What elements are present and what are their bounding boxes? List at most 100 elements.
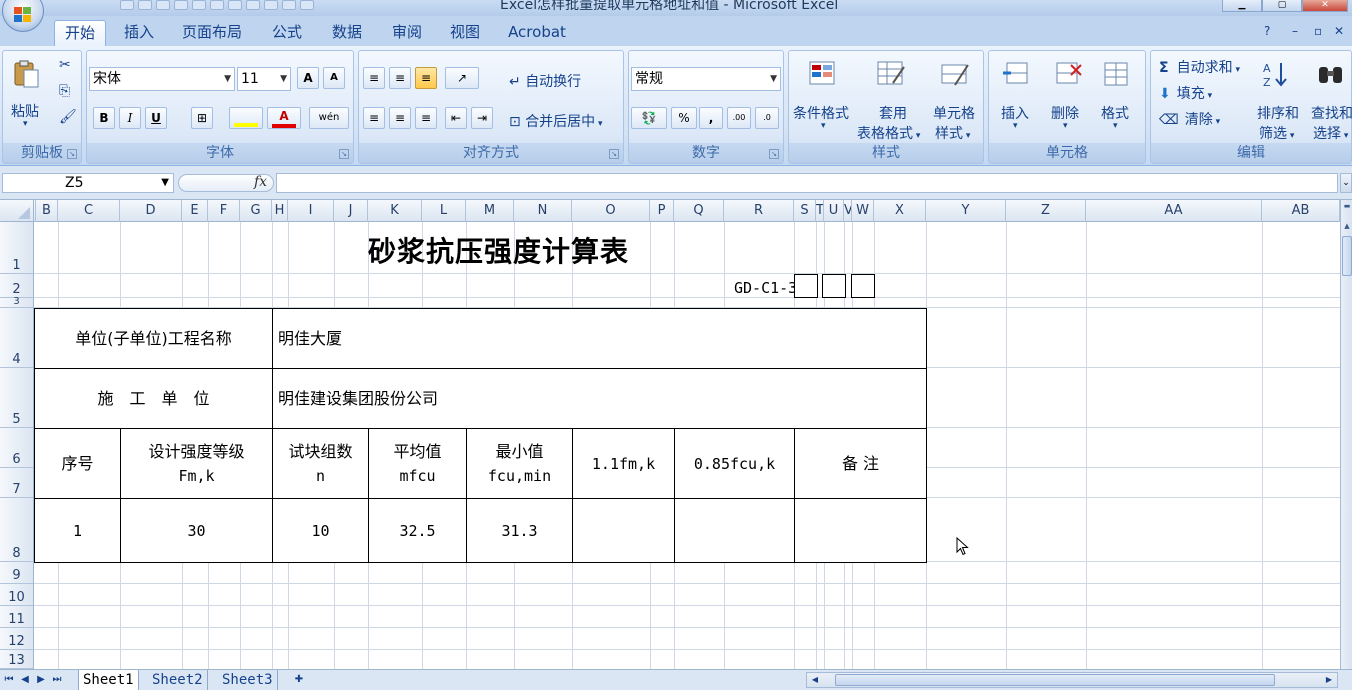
chevron-down-icon[interactable]: ▾ [963, 131, 971, 141]
underline-button[interactable]: U [145, 107, 167, 129]
scroll-up-icon[interactable]: ▲ [1342, 222, 1352, 234]
grow-font-button[interactable]: A [297, 67, 319, 89]
column-header[interactable]: K [368, 200, 422, 222]
column-header[interactable]: AB [1262, 200, 1340, 222]
merge-center-button[interactable]: ⊡ 合并后居中 ▾ [509, 111, 603, 131]
number-format-combo[interactable]: 常规 ▼ [631, 67, 781, 91]
column-header[interactable]: V [844, 200, 852, 222]
chevron-down-icon[interactable]: ▼ [224, 68, 231, 90]
data-cell-minimum[interactable]: 31.3 [466, 498, 573, 563]
sheet-grid[interactable]: 砂浆抗压强度计算表 GD-C1-335 单位(子单位)工程名称 明佳大厦 施 工… [34, 222, 1340, 669]
column-header[interactable]: F [208, 200, 240, 222]
data-cell-index[interactable]: 1 [34, 498, 121, 563]
number-launcher-icon[interactable]: ↘ [769, 149, 779, 159]
row-header[interactable]: 11 [0, 606, 33, 628]
percent-button[interactable]: % [671, 107, 697, 129]
chevron-down-icon[interactable]: ▾ [1013, 121, 1018, 131]
column-header[interactable]: M [466, 200, 514, 222]
alignment-launcher-icon[interactable]: ↘ [609, 149, 619, 159]
tab-review[interactable]: 审阅 [380, 20, 434, 46]
sort-filter-button[interactable]: 筛选 ▾ [1259, 123, 1294, 143]
align-bottom-icon[interactable]: ≡ [415, 67, 437, 89]
new-icon[interactable] [174, 0, 188, 10]
select-all-corner[interactable] [0, 200, 34, 222]
currency-icon[interactable]: 💱 [631, 107, 667, 129]
close-button[interactable]: ✕ [1302, 0, 1348, 12]
decrease-decimal-button[interactable]: .0 [755, 107, 779, 129]
code-box[interactable] [851, 274, 875, 298]
tab-home[interactable]: 开始 [54, 20, 106, 46]
column-header[interactable]: T [816, 200, 824, 222]
column-header[interactable]: I [288, 200, 334, 222]
column-header[interactable]: AA [1086, 200, 1262, 222]
cell-styles-button[interactable]: 样式 ▾ [935, 123, 970, 143]
chevron-down-icon[interactable]: ▾ [1213, 117, 1221, 127]
tab-acrobat[interactable]: Acrobat [502, 20, 572, 46]
column-header[interactable]: R [724, 200, 794, 222]
column-header[interactable]: Z [1006, 200, 1086, 222]
format-cells-icon[interactable] [1101, 59, 1133, 89]
align-right-icon[interactable]: ≡ [415, 107, 437, 129]
clipboard-launcher-icon[interactable]: ↘ [67, 149, 77, 159]
row-header[interactable]: 9 [0, 562, 33, 584]
next-sheet-icon[interactable]: ▶ [34, 673, 48, 687]
font-size-combo[interactable]: 11 ▼ [237, 67, 291, 91]
autosum-button[interactable]: Σ 自动求和 ▾ [1159, 57, 1240, 77]
name-box[interactable]: Z5 ▼ [2, 173, 174, 193]
phonetic-button[interactable]: wén [309, 107, 349, 129]
row-header[interactable]: 4 [0, 308, 33, 368]
row-header[interactable]: 2 [0, 274, 33, 298]
column-header[interactable]: B [36, 200, 58, 222]
horizontal-scrollbar[interactable]: ◀ ▶ [806, 672, 1338, 688]
column-header[interactable]: D [120, 200, 182, 222]
tab-formulas[interactable]: 公式 [260, 20, 314, 46]
split-handle-icon[interactable]: ▬ [1342, 202, 1352, 214]
table-format-button[interactable]: 表格格式 ▾ [857, 123, 920, 143]
decrease-indent-icon[interactable]: ⇤ [445, 107, 467, 129]
orientation-icon[interactable]: ↗ [445, 67, 479, 89]
tab-data[interactable]: 数据 [320, 20, 374, 46]
sheet-tab-sheet1[interactable]: Sheet1 [78, 670, 139, 690]
paste-dropdown-icon[interactable]: ▾ [23, 119, 28, 129]
column-header[interactable]: E [182, 200, 208, 222]
row-header[interactable]: 12 [0, 628, 33, 650]
find-select-line1[interactable]: 查找和 [1311, 103, 1352, 123]
open-icon[interactable] [192, 0, 206, 10]
column-header[interactable]: S [794, 200, 816, 222]
chevron-down-icon[interactable]: ▼ [161, 174, 169, 192]
sheet-tab-sheet2[interactable]: Sheet2 [148, 670, 208, 690]
font-name-combo[interactable]: 宋体 ▼ [89, 67, 235, 91]
data-cell-sample-count[interactable]: 10 [272, 498, 369, 563]
column-header[interactable]: U [824, 200, 844, 222]
format-button[interactable]: 格式 [1101, 103, 1129, 123]
tab-page-layout[interactable]: 页面布局 [176, 20, 248, 46]
preview-icon[interactable] [228, 0, 242, 10]
column-header[interactable]: Y [926, 200, 1006, 222]
row-header[interactable]: 5 [0, 368, 33, 428]
scroll-left-icon[interactable]: ◀ [809, 674, 821, 686]
insert-cells-icon[interactable] [1001, 59, 1033, 89]
spell-icon[interactable] [246, 0, 260, 10]
row-header[interactable]: 8 [0, 498, 33, 562]
chevron-down-icon[interactable]: ▾ [821, 121, 826, 131]
cell-styles-line1[interactable]: 单元格 [933, 103, 975, 123]
find-select-button[interactable]: 选择 ▾ [1313, 123, 1348, 143]
row-header[interactable]: 7 [0, 468, 33, 498]
row-header[interactable]: 3 [0, 297, 33, 308]
data-cell-1-1fmk[interactable] [572, 498, 675, 563]
ribbon-close-icon[interactable]: ✕ [1334, 24, 1344, 38]
increase-indent-icon[interactable]: ⇥ [471, 107, 493, 129]
undo-icon[interactable] [138, 0, 152, 10]
vertical-scrollbar[interactable]: ▬ ▲ [1340, 200, 1352, 669]
column-header[interactable]: H [272, 200, 288, 222]
column-header[interactable]: X [874, 200, 926, 222]
paste-button[interactable]: 粘贴 [11, 101, 39, 121]
copy-icon[interactable]: ⎘ [59, 83, 70, 99]
chevron-down-icon[interactable]: ▾ [1063, 121, 1068, 131]
delete-cells-icon[interactable] [1051, 59, 1083, 89]
row-header[interactable]: 1 [0, 222, 33, 274]
align-left-icon[interactable]: ≡ [363, 107, 385, 129]
sheet-tab-sheet3[interactable]: Sheet3 [218, 670, 278, 690]
chevron-down-icon[interactable]: ▾ [1233, 65, 1240, 75]
bold-button[interactable]: B [93, 107, 115, 129]
